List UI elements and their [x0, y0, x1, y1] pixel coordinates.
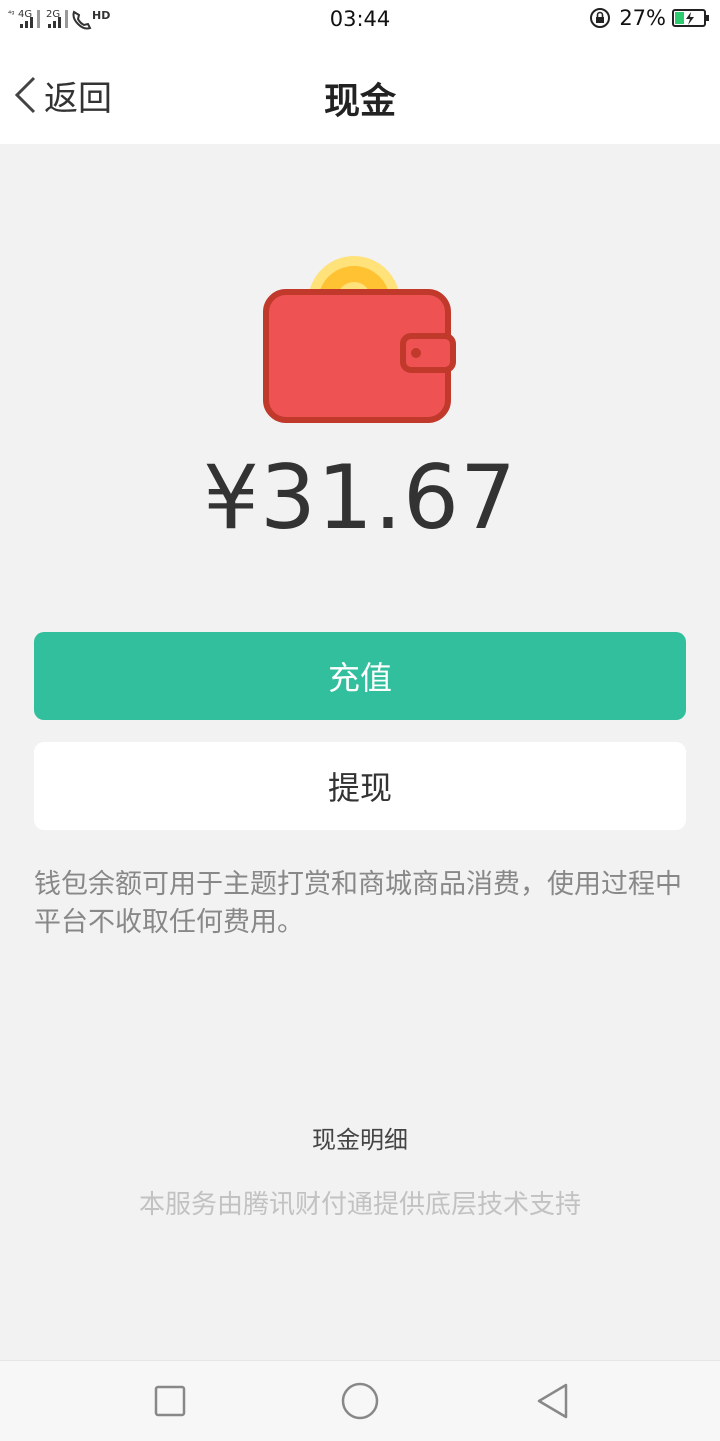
- battery-icon: [672, 9, 709, 27]
- wallet-coin-icon: [263, 256, 456, 423]
- withdraw-button[interactable]: 提现: [34, 742, 686, 830]
- status-right: 27%: [589, 6, 710, 30]
- triangle-left-icon[interactable]: [534, 1381, 574, 1421]
- battery-percent: 27%: [619, 6, 666, 30]
- system-nav-bar: [0, 1360, 720, 1441]
- rotation-lock-icon: [590, 8, 611, 28]
- cash-details-link[interactable]: 现金明细: [0, 1120, 720, 1155]
- nav-bar: 返回 现金: [0, 38, 720, 144]
- recharge-button[interactable]: 充值: [34, 632, 686, 720]
- status-bar: ⁴ᵍ 4G 2G HD 03:44 27%: [0, 0, 720, 38]
- page-title: 现金: [323, 81, 396, 122]
- footer-note: 本服务由腾讯财付通提供底层技术支持: [138, 1190, 581, 1220]
- wallet-notice: 钱包余额可用于主题打赏和商城商品消费，使用过程中平台不收取任何费用。: [34, 869, 682, 938]
- circle-icon[interactable]: [340, 1381, 380, 1421]
- square-icon[interactable]: [150, 1381, 190, 1421]
- balance-amount: ¥31.67: [203, 446, 517, 549]
